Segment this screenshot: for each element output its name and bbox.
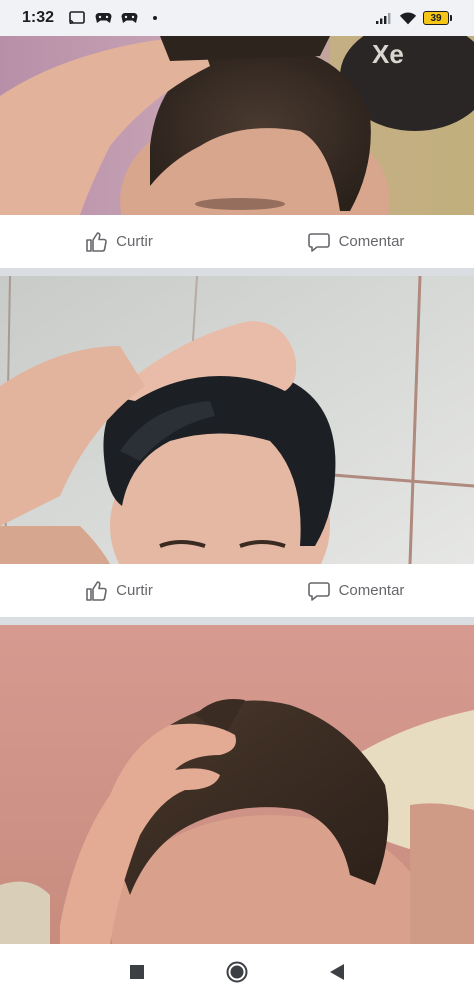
battery-icon: 39	[423, 11, 452, 25]
post-photo-3[interactable]	[0, 625, 474, 944]
signal-icon	[375, 9, 393, 27]
wifi-icon	[399, 9, 417, 27]
system-nav-bar	[0, 944, 474, 1000]
like-label: Curtir	[116, 233, 153, 250]
svg-text:Xe: Xe	[372, 39, 404, 69]
post-card-3	[0, 625, 474, 944]
recents-square-icon[interactable]	[123, 958, 151, 986]
post-action-bar-2: Curtir Comentar	[0, 564, 474, 617]
status-bar: 1:32 39	[0, 0, 474, 36]
like-button[interactable]: Curtir	[0, 230, 237, 254]
comment-label: Comentar	[338, 582, 405, 599]
status-time: 1:32	[22, 9, 55, 26]
battery-tip	[450, 15, 452, 21]
post-photo-2[interactable]	[0, 276, 474, 564]
battery-level: 39	[423, 11, 449, 25]
post-photo-1[interactable]: Xe	[0, 36, 474, 215]
post-card-2: Curtir Comentar	[0, 276, 474, 617]
like-button[interactable]: Curtir	[0, 579, 237, 603]
notification-dot-icon	[146, 9, 164, 27]
back-triangle-icon[interactable]	[323, 958, 351, 986]
like-label: Curtir	[116, 582, 153, 599]
post-action-bar-1: Curtir Comentar	[0, 215, 474, 268]
status-right: 39	[375, 9, 452, 27]
like-thumb-icon	[84, 230, 108, 254]
comment-label: Comentar	[338, 233, 405, 250]
game-controller-icon	[94, 9, 112, 27]
comment-button[interactable]: Comentar	[237, 579, 474, 603]
comment-bubble-icon	[307, 579, 331, 603]
screen: 1:32 39 Xe Curtir Comentar Curtir Coment…	[0, 0, 474, 1000]
comment-button[interactable]: Comentar	[237, 230, 474, 254]
comment-bubble-icon	[307, 230, 331, 254]
post-card-1: Xe Curtir Comentar	[0, 36, 474, 268]
like-thumb-icon	[84, 579, 108, 603]
status-left: 1:32	[22, 9, 164, 27]
cast-icon	[68, 9, 86, 27]
home-circle-icon[interactable]	[223, 958, 251, 986]
game-controller-icon	[120, 9, 138, 27]
